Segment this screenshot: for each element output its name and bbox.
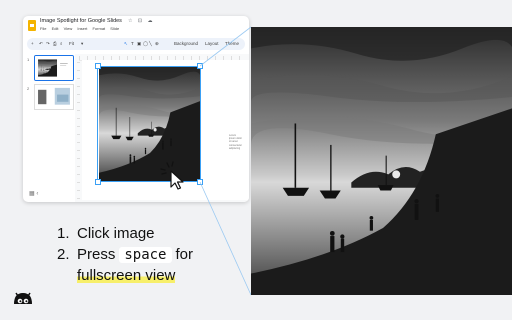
step-1-number: 1.: [57, 225, 70, 242]
fullscreen-sunset-photo: [251, 27, 512, 295]
fullscreen-view-text: fullscreen view: [77, 267, 176, 284]
extension-logo-icon: [14, 292, 32, 304]
step-2-press-text: Press: [77, 246, 116, 263]
space-key-chip: space: [119, 247, 172, 263]
instruction-step-1: 1. Click image: [57, 225, 155, 242]
step-2-for-text: for: [175, 246, 194, 263]
step-2-number: 2.: [57, 246, 70, 263]
instruction-step-2: 2. Press space for: [57, 246, 193, 263]
instruction-step-2-continued: fullscreen view: [77, 267, 176, 284]
step-1-text: Click image: [77, 225, 155, 242]
fullscreen-image-preview: [251, 27, 512, 295]
